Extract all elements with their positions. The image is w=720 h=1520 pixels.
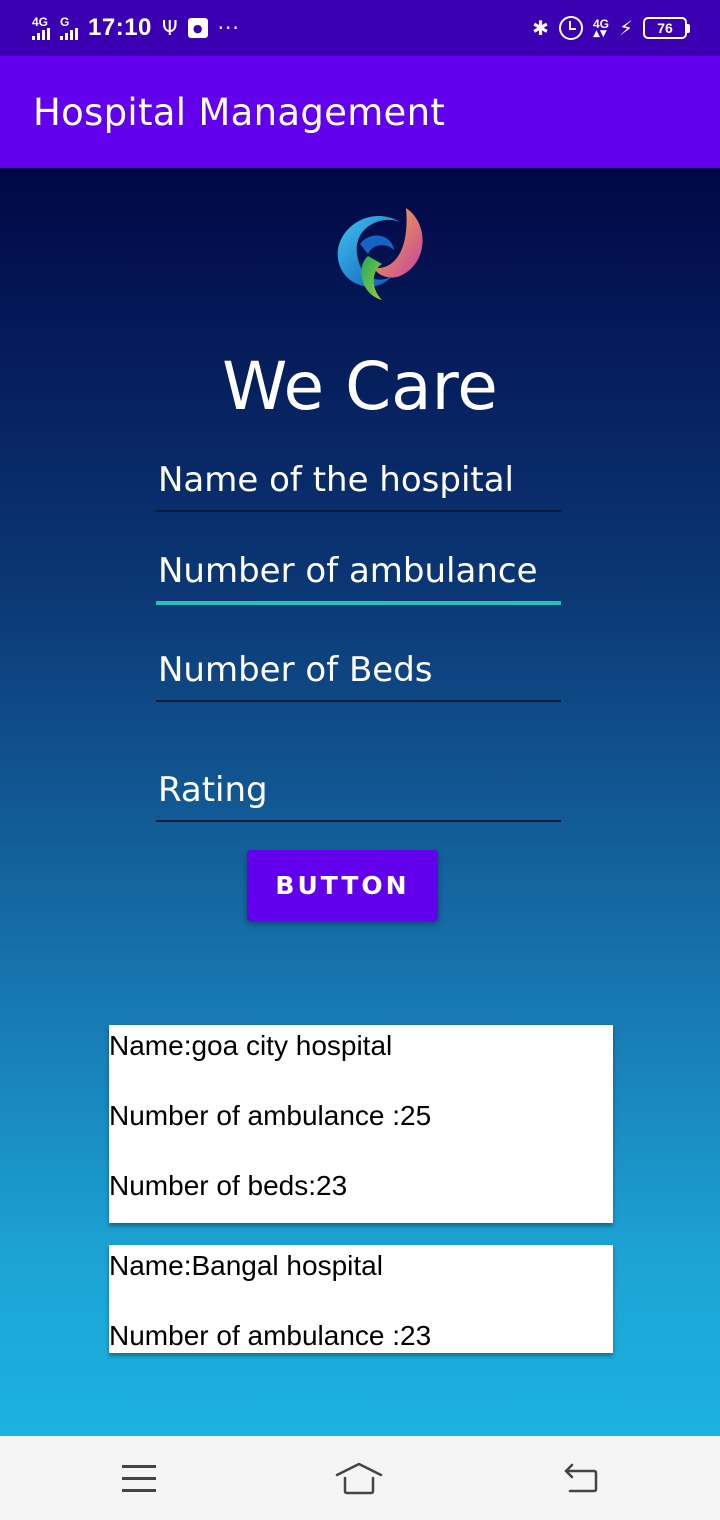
back-icon[interactable] [562, 1463, 598, 1493]
swirl-logo-icon [330, 204, 430, 304]
signal-icon: 4G [32, 16, 50, 40]
ambulance-count-field[interactable]: Number of ambulance [156, 551, 561, 605]
network-type-3: 4G [592, 16, 609, 31]
battery-icon: 76 [643, 17, 690, 39]
bluetooth-icon: ✱ [532, 16, 549, 40]
battery-level: 76 [643, 17, 687, 39]
beds-count-placeholder: Number of Beds [158, 650, 433, 690]
beds-count: Number of beds:23 [109, 1170, 348, 1201]
signal-icon-2: G [60, 16, 78, 40]
rating-field[interactable]: Rating [156, 770, 561, 822]
submit-button[interactable]: BUTTON [247, 850, 438, 921]
more-icon: ··· [217, 16, 240, 40]
status-bar-left: 4G G 17:10 Ψ ● ··· [32, 14, 240, 42]
status-bar-right: ✱ 4G ▲▼ ⚡ 76 [532, 16, 690, 40]
app-bar: Hospital Management [0, 56, 720, 168]
charging-icon: ⚡ [618, 16, 633, 40]
ambulance-count: Number of ambulance :23 [109, 1320, 432, 1351]
beds-count-field[interactable]: Number of Beds [156, 650, 561, 702]
ambulance-count: Number of ambulance :25 [109, 1100, 432, 1131]
page-heading: We Care [222, 348, 498, 425]
hospital-name: Name:goa city hospital [109, 1030, 393, 1061]
main-content[interactable]: We Care Name of the hospital Number of a… [0, 168, 720, 1436]
hospital-name-placeholder: Name of the hospital [158, 460, 515, 500]
list-item[interactable]: Name:Bangal hospital Number of ambulance… [109, 1245, 613, 1353]
app-title: Hospital Management [33, 90, 446, 134]
hospital-name: Name:Bangal hospital [109, 1250, 383, 1281]
home-icon[interactable] [335, 1461, 383, 1495]
rating-placeholder: Rating [158, 770, 268, 810]
network-type-1: 4G [32, 15, 49, 29]
alarm-icon [558, 16, 583, 40]
navigation-bar [0, 1436, 720, 1520]
list-item[interactable]: Name:goa city hospital Number of ambulan… [109, 1025, 613, 1223]
status-bar: 4G G 17:10 Ψ ● ··· ✱ 4G ▲▼ ⚡ 76 [0, 0, 720, 56]
network-type-2: G [60, 15, 70, 29]
status-time: 17:10 [88, 14, 152, 41]
menu-icon[interactable] [122, 1464, 156, 1492]
ambulance-count-placeholder: Number of ambulance [158, 551, 538, 591]
notification-icon: ● [187, 18, 208, 38]
usb-icon: Ψ [161, 16, 178, 40]
hospital-name-field[interactable]: Name of the hospital [156, 460, 561, 512]
data-icon: 4G ▲▼ [592, 16, 609, 39]
